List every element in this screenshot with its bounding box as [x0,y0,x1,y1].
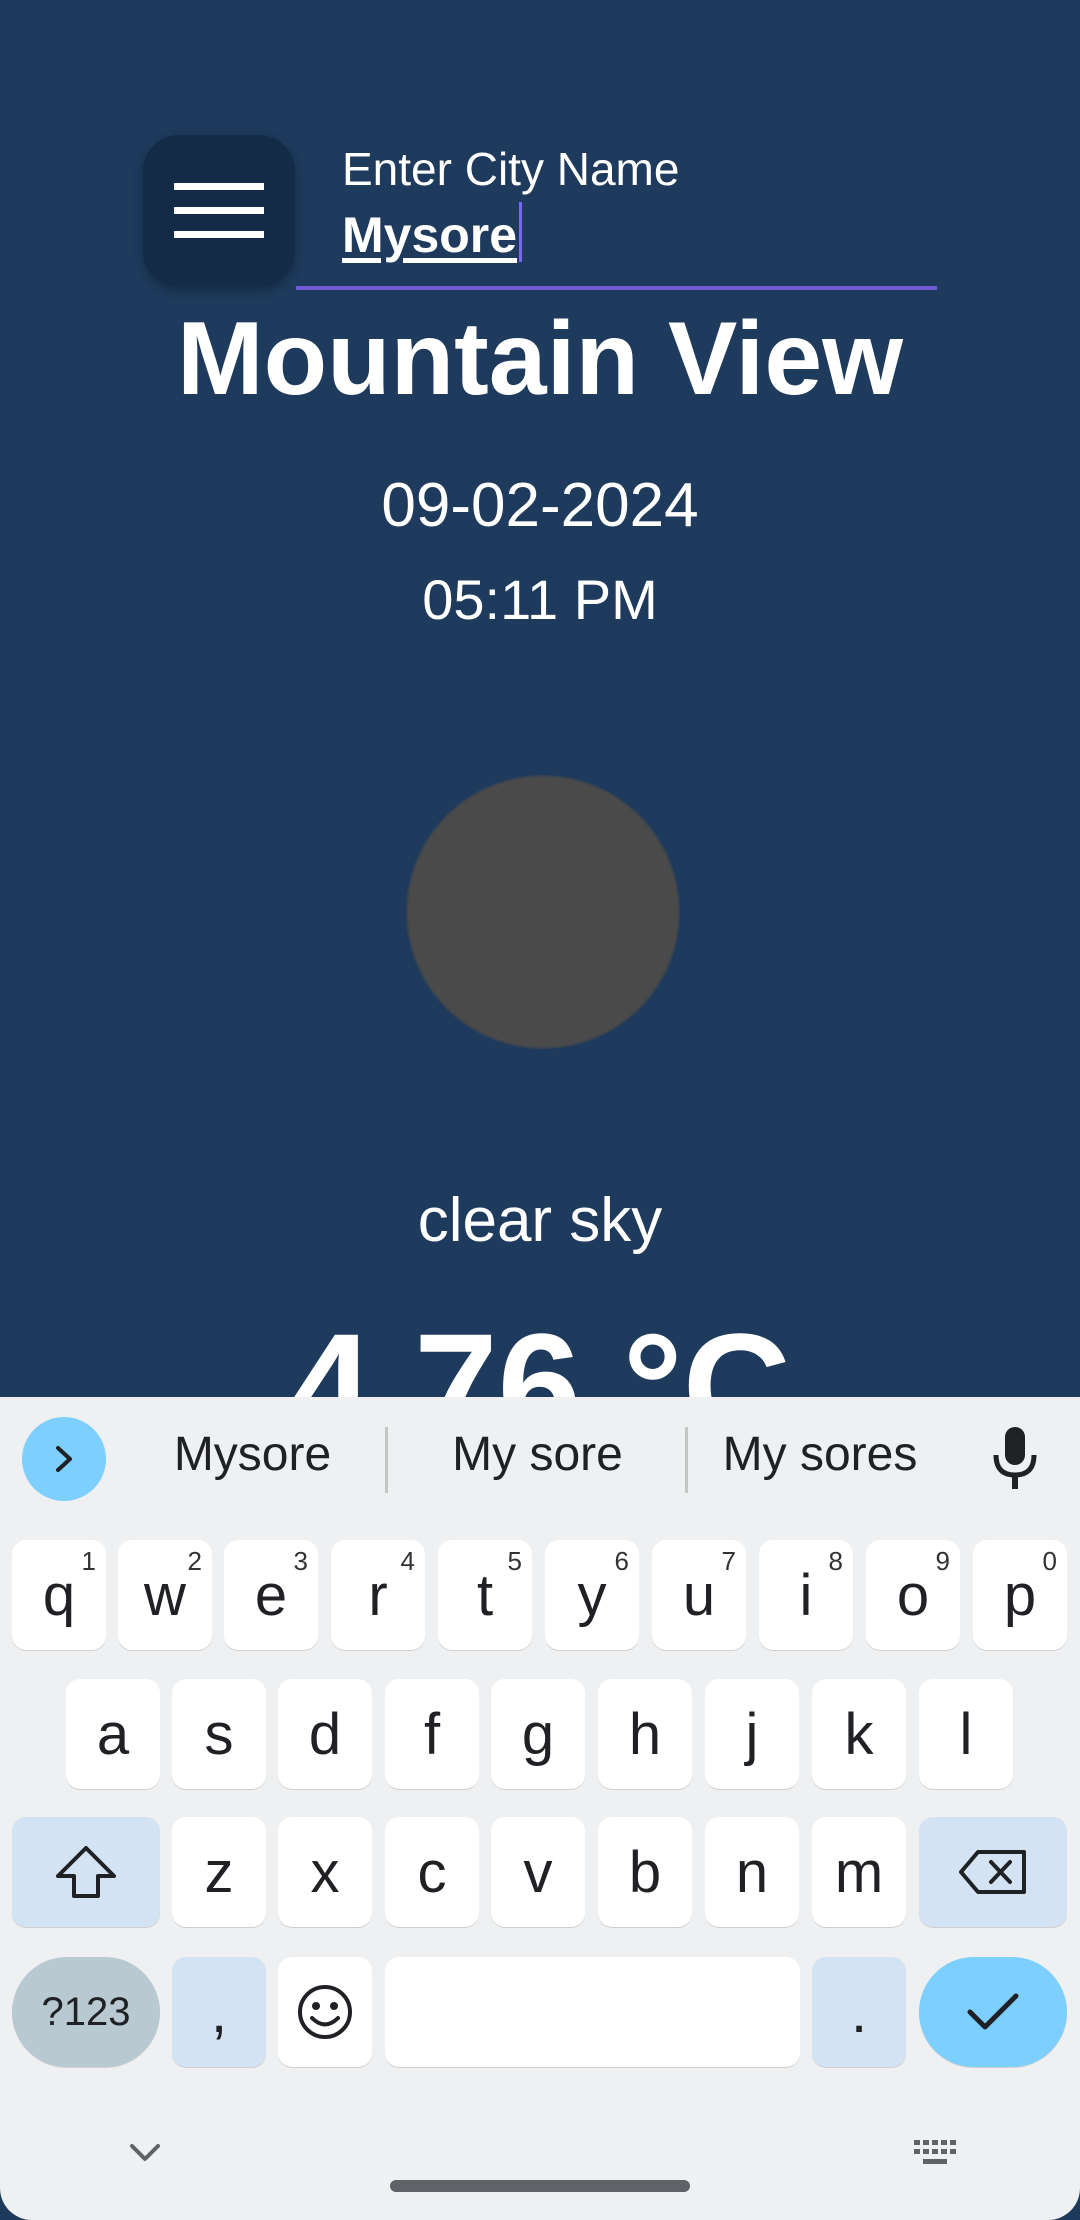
key-q[interactable]: q1 [12,1540,106,1650]
home-indicator[interactable] [390,2180,690,2192]
key-hint: 1 [81,1546,96,1576]
emoji-icon [298,1985,352,2039]
key-p[interactable]: p0 [973,1540,1067,1650]
key-label: r [368,1562,388,1628]
menu-icon [174,183,264,238]
text-caret [519,202,523,262]
key-r[interactable]: r4 [331,1540,425,1650]
key-label: i [799,1562,813,1628]
shift-key[interactable] [12,1817,160,1927]
key-label: o [896,1562,930,1628]
city-input-label: Enter City Name [342,143,680,195]
suggestion-divider [685,1427,688,1493]
key-y[interactable]: y6 [545,1540,639,1650]
key-label: t [476,1562,494,1628]
key-g[interactable]: g [491,1679,585,1789]
key-e[interactable]: e3 [224,1540,318,1650]
suggestion-1[interactable]: Mysore [140,1427,365,1482]
date-text: 09-02-2024 [381,471,699,540]
symbols-key[interactable]: ?123 [12,1957,160,2067]
chevron-right-icon [56,1446,72,1472]
enter-key[interactable] [919,1957,1067,2067]
key-hint: 2 [187,1546,202,1576]
key-label: q [42,1562,76,1628]
key-x[interactable]: x [278,1817,372,1927]
key-hint: 8 [828,1546,843,1576]
shift-icon [56,1846,116,1898]
keyboard-icon[interactable] [912,2138,958,2168]
key-m[interactable]: m [812,1817,906,1927]
key-b[interactable]: b [598,1817,692,1927]
key-v[interactable]: v [491,1817,585,1927]
key-label: y [577,1562,607,1628]
comma-key[interactable]: , [172,1957,266,2067]
city-input-field[interactable]: Enter City Name Mysore [296,138,937,290]
key-f[interactable]: f [385,1679,479,1789]
key-label: e [254,1562,288,1628]
key-l[interactable]: l [919,1679,1013,1789]
key-w[interactable]: w2 [118,1540,212,1650]
menu-button[interactable] [143,135,295,287]
period-key[interactable]: . [812,1957,906,2067]
key-n[interactable]: n [705,1817,799,1927]
city-input-text: Mysore [342,207,518,263]
microphone-icon[interactable] [990,1425,1040,1491]
key-label: u [682,1562,716,1628]
key-hint: 9 [935,1546,950,1576]
keyboard-bottom-bar [0,2100,1080,2220]
key-hint: 7 [721,1546,736,1576]
key-z[interactable]: z [172,1817,266,1927]
key-h[interactable]: h [598,1679,692,1789]
backspace-key[interactable] [919,1817,1067,1927]
emoji-key[interactable] [278,1957,372,2067]
key-u[interactable]: u7 [652,1540,746,1650]
key-j[interactable]: j [705,1679,799,1789]
key-hint: 0 [1042,1546,1057,1576]
weather-icon [406,775,680,1049]
backspace-icon [959,1850,1026,1894]
key-a[interactable]: a [66,1679,160,1789]
chevron-down-icon[interactable] [128,2142,162,2164]
soft-keyboard: Mysore My sore My sores q1 w2 e3 r4 t5 y… [0,1397,1080,2220]
key-hint: 6 [614,1546,629,1576]
key-t[interactable]: t5 [438,1540,532,1650]
city-input-value[interactable]: Mysore [342,202,523,264]
key-hint: 5 [507,1546,522,1576]
suggestion-divider [385,1427,388,1493]
expand-toolbar-button[interactable] [22,1417,106,1501]
place-name: Mountain View [176,301,904,417]
key-label: w [144,1562,186,1628]
check-icon [967,1993,1019,2030]
key-hint: 3 [293,1546,308,1576]
key-k[interactable]: k [812,1679,906,1789]
app-screen: Enter City Name Mysore Mountain View 09-… [0,0,1080,2220]
key-c[interactable]: c [385,1817,479,1927]
suggestion-bar: Mysore My sore My sores [0,1397,1080,1527]
key-i[interactable]: i8 [759,1540,853,1650]
key-label: p [1003,1562,1037,1628]
key-o[interactable]: o9 [866,1540,960,1650]
key-hint: 4 [400,1546,415,1576]
key-s[interactable]: s [172,1679,266,1789]
suggestion-2[interactable]: My sore [405,1427,670,1482]
key-d[interactable]: d [278,1679,372,1789]
city-input-underline [296,286,937,290]
suggestion-3[interactable]: My sores [705,1427,935,1482]
time-text: 05:11 PM [422,568,658,631]
space-key[interactable] [385,1957,800,2067]
weather-condition: clear sky [417,1186,663,1255]
